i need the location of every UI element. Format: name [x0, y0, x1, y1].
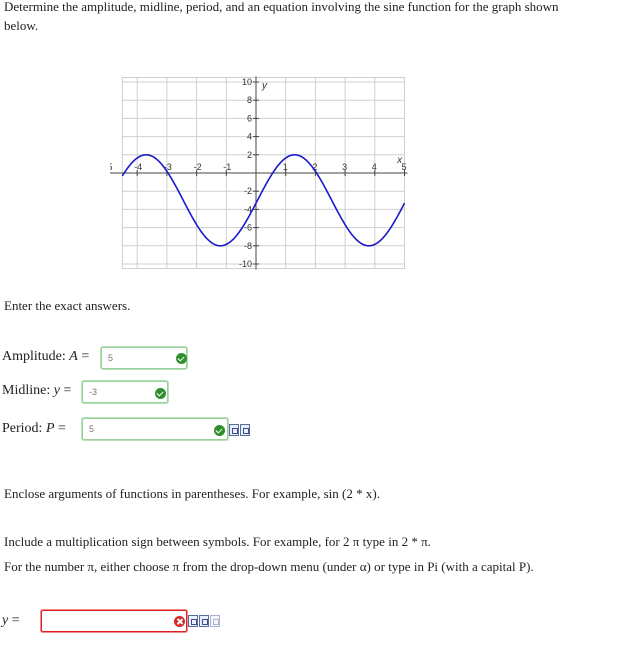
preview-icon-2[interactable]	[199, 615, 209, 627]
equation-label: y =	[2, 613, 20, 628]
x-tick-label: 5	[402, 162, 407, 172]
x-tick-label: 3	[342, 162, 347, 172]
y-axis-label: y	[261, 80, 268, 91]
y-tick-label: 10	[242, 77, 252, 87]
preview-icon[interactable]	[240, 424, 250, 436]
graph-axes	[110, 76, 408, 270]
equation-editor-icon[interactable]	[229, 424, 239, 436]
equation-input[interactable]	[41, 610, 187, 632]
amplitude-correct-icon	[176, 353, 187, 364]
period-correct-icon	[214, 425, 225, 436]
x-axis-label: x	[396, 155, 403, 166]
y-tick-label: 4	[247, 132, 252, 142]
y-tick-label: 6	[247, 113, 252, 123]
amplitude-label: Amplitude: A =	[2, 349, 90, 364]
x-tick-label: -2	[194, 162, 202, 172]
amplitude-input[interactable]: 5	[101, 347, 187, 369]
exact-answers-note: Enter the exact answers.	[4, 298, 131, 313]
equation-editor-icon-2[interactable]	[188, 615, 198, 627]
x-tick-label: -3	[164, 162, 172, 172]
period-label: Period: P =	[2, 421, 66, 436]
y-tick-label: -8	[244, 241, 252, 251]
midline-label: Midline: y =	[2, 383, 72, 398]
equation-incorrect-icon	[174, 616, 185, 627]
hint-parentheses: Enclose arguments of functions in parent…	[4, 486, 380, 501]
hint-pi: For the number π, either choose π from t…	[4, 559, 534, 574]
midline-correct-icon	[155, 388, 166, 399]
sine-graph: -5-4-3-2-112345108642-2-4-6-8-10 x y	[110, 76, 408, 270]
x-tick-label: -5	[110, 162, 113, 172]
x-tick-label: 1	[283, 162, 288, 172]
hint-multiplication: Include a multiplication sign between sy…	[4, 534, 431, 549]
y-tick-label: 2	[247, 150, 252, 160]
y-tick-label: -10	[239, 259, 252, 269]
period-input[interactable]: 5	[82, 418, 228, 440]
y-tick-label: -2	[244, 186, 252, 196]
x-tick-label: -4	[134, 162, 142, 172]
help-icon[interactable]	[210, 615, 220, 627]
question-prompt: Determine the amplitude, midline, period…	[4, 0, 559, 33]
y-tick-label: 8	[247, 95, 252, 105]
x-tick-label: -1	[223, 162, 231, 172]
x-tick-label: 4	[372, 162, 377, 172]
sine-curve	[121, 153, 406, 247]
